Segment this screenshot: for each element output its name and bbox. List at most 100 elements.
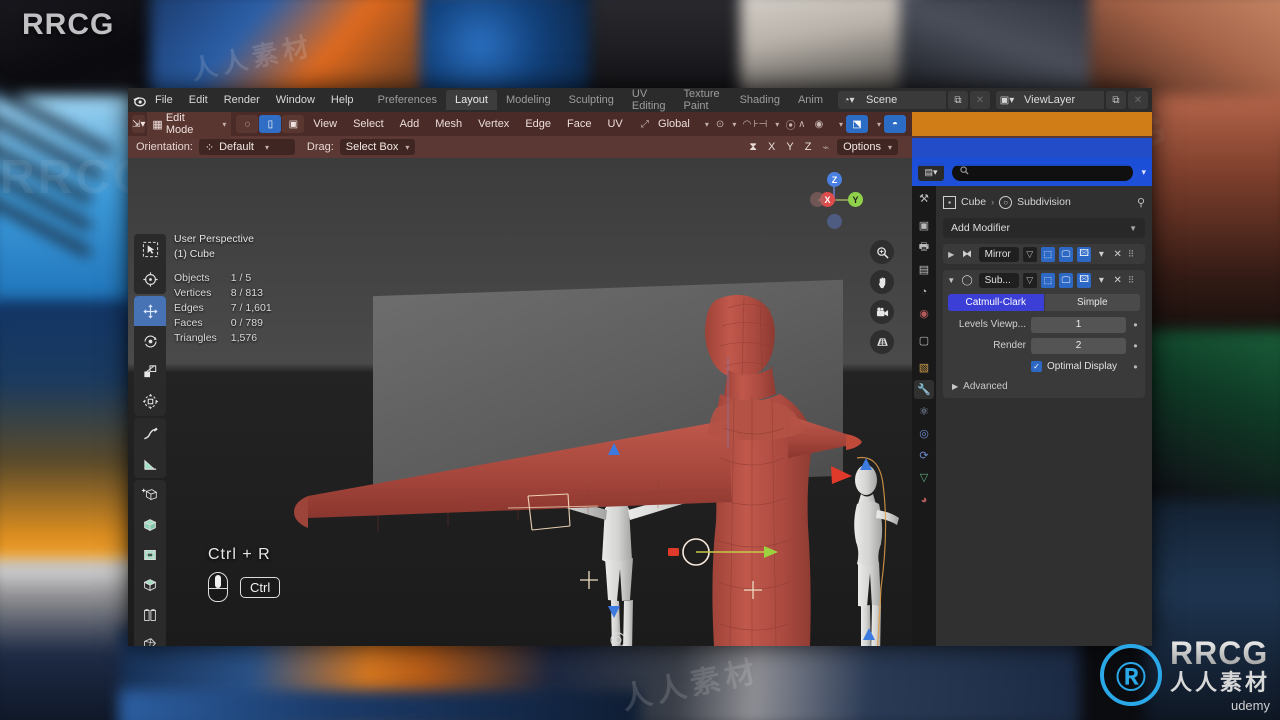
advanced-section[interactable]: ▶ Advanced (948, 381, 1140, 392)
snap-increment-icon[interactable]: ⊦⊣ (753, 115, 767, 133)
optimal-display-checkbox[interactable]: ✓ (1031, 361, 1042, 372)
face-select-icon[interactable]: ▣ (282, 115, 305, 133)
bevel-tool[interactable] (134, 570, 166, 600)
workspace-tab-texture-paint[interactable]: Texture Paint (675, 88, 731, 116)
menu-uv[interactable]: UV (600, 115, 629, 133)
menu-face[interactable]: Face (560, 115, 598, 133)
zoom-icon[interactable] (870, 240, 894, 264)
animate-property-icon[interactable]: • (1131, 339, 1140, 353)
scale-tool[interactable] (134, 356, 166, 386)
move-tool[interactable] (134, 296, 166, 326)
output-tab[interactable]: 🖶 (914, 238, 934, 257)
scene-selector[interactable]: ◔▾ Scene ⧉ ✕ (838, 91, 990, 109)
chevron-down-icon[interactable]: ▼ (947, 276, 956, 285)
viewlayer-icon[interactable]: ▣▾ (996, 91, 1018, 109)
chevron-down-icon[interactable]: ▾ (1095, 249, 1107, 260)
scene-icon[interactable]: ◔▾ (838, 91, 860, 109)
menu-view[interactable]: View (306, 115, 344, 133)
camera-view-icon[interactable] (870, 300, 894, 324)
view-layer-tab[interactable]: ▤ (914, 260, 934, 279)
modifier-header[interactable]: ▼ ◯ Sub... ▽ ⬚ 🖵 🖾 ▾ ✕ ⠿ (943, 270, 1145, 290)
edge-select-icon[interactable]: ▯ (259, 115, 282, 133)
workspace-tab-shading[interactable]: Shading (731, 90, 789, 110)
editor-type-icon[interactable]: ⇲▾ (132, 115, 146, 133)
workspace-tab-layout[interactable]: Layout (445, 90, 497, 110)
object-icon[interactable]: ▪ (943, 195, 956, 209)
toggle-xray-icon[interactable]: ⬔ (846, 115, 869, 133)
3d-viewport[interactable]: User Perspective (1) Cube Objects 1 / 5 … (128, 158, 912, 646)
collection-tab[interactable]: ▢ (914, 331, 934, 350)
snap-magnet-icon[interactable]: ◠ (743, 115, 752, 133)
on-cage-toggle[interactable]: ▽ (1022, 272, 1037, 288)
extrude-region-tool[interactable] (134, 510, 166, 540)
add-cube-tool[interactable] (134, 480, 166, 510)
measure-tool[interactable] (134, 448, 166, 478)
drag-dots-icon[interactable]: ⠿ (1128, 249, 1141, 260)
falloff-curve-icon[interactable]: ∧ (798, 115, 806, 133)
new-scene-icon[interactable]: ⧉ (948, 91, 968, 109)
gizmo-axis-z-negative[interactable] (827, 214, 842, 229)
workspace-tab-sculpting[interactable]: Sculpting (560, 90, 623, 110)
chevron-down-icon[interactable]: ▾ (1095, 275, 1107, 286)
mirror-axis-z[interactable]: Z (802, 141, 815, 153)
modifier-name[interactable]: Sub... (978, 272, 1019, 288)
menu-add[interactable]: Add (393, 115, 427, 133)
modifier-header[interactable]: ▶ ⧓ Mirror ▽ ⬚ 🖵 🖾 ▾ ✕ ⠿ (943, 244, 1145, 264)
add-modifier-button[interactable]: Add Modifier ▼ (943, 218, 1145, 238)
gizmo-axis-y[interactable]: Y (848, 192, 863, 207)
workspace-tab-anim[interactable]: Anim (789, 90, 832, 110)
options-dropdown[interactable]: Options ▾ (837, 139, 898, 155)
data-tab[interactable]: ▽ (914, 468, 934, 487)
snap-icon[interactable]: ⌁ (819, 141, 832, 154)
object-visibility-icon[interactable]: ◉ (808, 115, 830, 133)
menu-file[interactable]: File (147, 91, 181, 109)
toggle-perspective-icon[interactable] (870, 330, 894, 354)
menu-edit[interactable]: Edit (181, 91, 216, 109)
breadcrumb-modifier[interactable]: Subdivision (1017, 196, 1071, 208)
mirror-axis-x[interactable]: X (765, 141, 778, 153)
scene-tab[interactable]: ◔ (914, 282, 934, 301)
edit-mode-toggle[interactable]: ⬚ (1040, 246, 1055, 262)
edit-mode-toggle[interactable]: ⬚ (1040, 272, 1055, 288)
render-toggle[interactable]: 🖾 (1077, 272, 1092, 288)
cursor-tool[interactable] (134, 264, 166, 294)
render-value[interactable]: 2 (1031, 337, 1126, 354)
knife-tool[interactable] (134, 630, 166, 646)
render-tab[interactable]: ▣ (914, 216, 934, 235)
world-tab[interactable]: ◉ (914, 304, 934, 323)
pan-hand-icon[interactable] (870, 270, 894, 294)
loop-cut-tool[interactable] (134, 600, 166, 630)
gizmo-axis-x-negative[interactable] (810, 192, 825, 207)
animate-property-icon[interactable]: • (1131, 360, 1140, 374)
orientation-dropdown[interactable]: ⁘ Default ▾ (198, 139, 295, 155)
realtime-toggle[interactable]: 🖵 (1058, 272, 1074, 288)
proportional-editing-icon[interactable]: ⦿ (786, 115, 796, 133)
tweak-select-box-tool[interactable] (134, 234, 166, 264)
modifier-subdivision-icon[interactable]: ○ (999, 195, 1013, 209)
render-toggle[interactable]: 🖾 (1077, 246, 1092, 262)
workspace-tab-preferences[interactable]: Preferences (369, 90, 446, 110)
viewlayer-name[interactable]: ViewLayer (1018, 91, 1104, 109)
workspace-tab-uv-editing[interactable]: UV Editing (623, 88, 675, 116)
drag-dropdown[interactable]: Select Box ▾ (339, 139, 416, 155)
menu-mesh[interactable]: Mesh (428, 115, 469, 133)
close-x-icon[interactable]: ✕ (1112, 249, 1124, 260)
menu-help[interactable]: Help (323, 91, 362, 109)
rotate-tool[interactable] (134, 326, 166, 356)
mirror-icon[interactable]: ⧗ (746, 141, 760, 154)
modifier-tab[interactable]: 🔧 (914, 380, 934, 399)
vertex-select-icon[interactable]: ◌ (236, 115, 259, 133)
modifier-name[interactable]: Mirror (978, 246, 1019, 262)
animate-property-icon[interactable]: • (1131, 318, 1140, 332)
menu-render[interactable]: Render (216, 91, 268, 109)
orientation-icon[interactable]: ⤢ (641, 115, 649, 133)
viewlayer-selector[interactable]: ▣▾ ViewLayer ⧉ ✕ (996, 91, 1148, 109)
realtime-toggle[interactable]: 🖵 (1058, 246, 1074, 262)
inset-faces-tool[interactable] (134, 540, 166, 570)
physics-tab[interactable]: ◎ (914, 424, 934, 443)
unlink-icon[interactable]: ✕ (1128, 91, 1148, 109)
material-tab[interactable]: ◕ (914, 490, 934, 509)
scene-name[interactable]: Scene (860, 91, 946, 109)
breadcrumb-object[interactable]: Cube (961, 196, 986, 208)
constraints-tab[interactable]: ⟳ (914, 446, 934, 465)
